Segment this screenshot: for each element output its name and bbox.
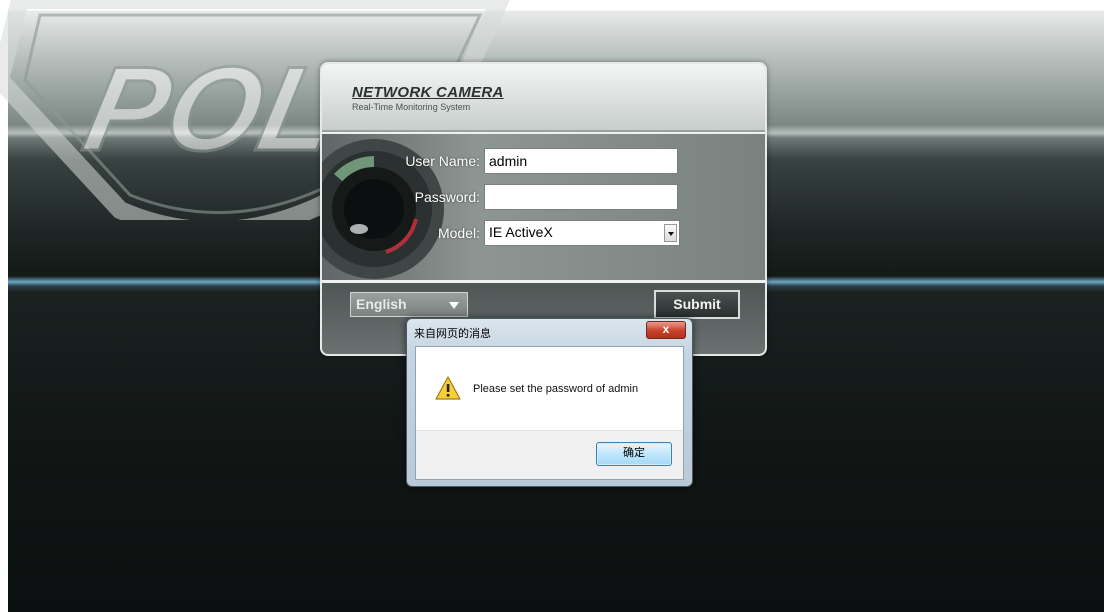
dialog-message: Please set the password of admin xyxy=(473,383,639,395)
login-header: NETWORK CAMERA Real-Time Monitoring Syst… xyxy=(322,64,765,130)
dialog-title: 来自网页的消息 xyxy=(414,328,491,340)
brand-subtitle: Real-Time Monitoring System xyxy=(352,102,471,112)
username-input[interactable] xyxy=(484,148,678,174)
model-label: Model: xyxy=(437,225,480,241)
chevron-down-icon xyxy=(449,302,459,309)
submit-button[interactable]: Submit xyxy=(654,290,740,319)
password-label: Password: xyxy=(414,189,480,205)
model-select-value: IE ActiveX xyxy=(489,224,553,240)
password-input[interactable] xyxy=(484,184,678,210)
dialog-footer: 确定 xyxy=(416,430,683,479)
dialog-body: Please set the password of admin 确定 xyxy=(415,346,684,480)
warning-icon xyxy=(435,376,461,400)
password-row: Password: xyxy=(322,184,765,212)
alert-dialog: 来自网页的消息 x Please set the password of adm… xyxy=(406,318,693,487)
username-label: User Name: xyxy=(405,153,480,169)
login-page-background: POLICE NETWORK CAMERA Real-Time Monitori… xyxy=(0,0,1104,612)
dropdown-arrow-icon[interactable] xyxy=(664,224,677,242)
username-row: User Name: xyxy=(322,148,765,176)
login-form: User Name: Password: Model: IE ActiveX xyxy=(322,132,765,283)
ok-button[interactable]: 确定 xyxy=(596,442,672,466)
language-select-value: English xyxy=(356,296,407,312)
language-select[interactable]: English xyxy=(350,292,468,317)
model-select[interactable]: IE ActiveX xyxy=(484,220,680,246)
brand-title: NETWORK CAMERA xyxy=(352,84,504,101)
close-button[interactable]: x xyxy=(646,321,686,339)
model-row: Model: IE ActiveX xyxy=(322,220,765,248)
login-panel: NETWORK CAMERA Real-Time Monitoring Syst… xyxy=(320,62,767,356)
